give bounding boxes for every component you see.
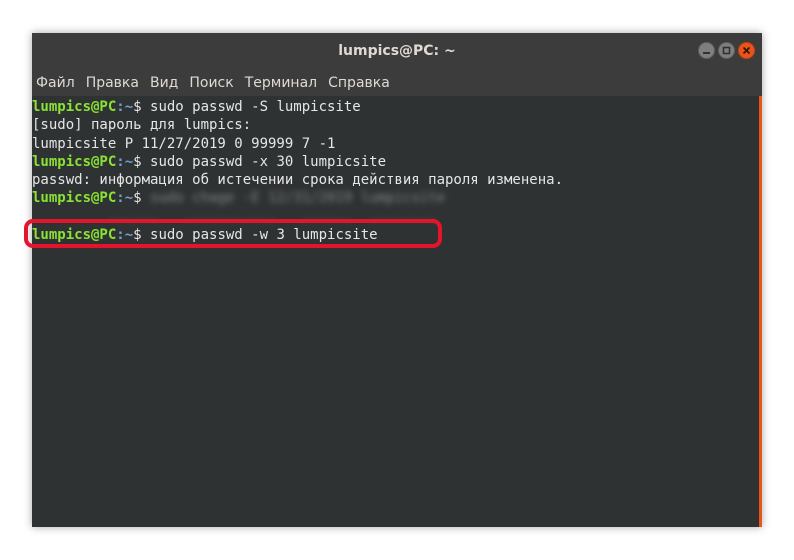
close-button[interactable] <box>738 42 755 59</box>
minimize-icon <box>703 52 710 54</box>
menu-bar: Файл Правка Вид Поиск Терминал Справка <box>32 70 762 96</box>
terminal-window: lumpics@PC: ~ Файл Правка Вид Поиск Терм… <box>32 33 762 527</box>
window-controls <box>698 42 755 59</box>
menu-edit[interactable]: Правка <box>86 75 139 91</box>
maximize-button[interactable] <box>718 42 735 59</box>
scrollbar-edge[interactable] <box>759 96 762 527</box>
title-bar[interactable]: lumpics@PC: ~ <box>32 33 762 70</box>
prompt-user: lumpics@PC <box>32 153 117 170</box>
terminal-line: lumpics@PC:~$ sudo passwd -x 30 lumpicsi… <box>32 153 756 171</box>
terminal-line: lumpicsite P 11/27/2019 0 99999 7 -1 <box>32 135 336 152</box>
prompt-user: lumpics@PC <box>32 99 117 115</box>
command-text: $ sudo passwd -S lumpicsite <box>133 99 361 115</box>
prompt-path: :~ <box>116 190 134 207</box>
blurred-command: sudo chage -E 12/31/2019 lumpicsite <box>150 190 446 207</box>
menu-help[interactable]: Справка <box>328 75 390 91</box>
maximize-icon <box>722 46 731 55</box>
prompt-path: :~ <box>116 99 134 115</box>
terminal-line: passwd: информация об истечении срока де… <box>32 172 564 189</box>
terminal-line: [sudo] пароль для lumpics: <box>32 117 252 134</box>
menu-view[interactable]: Вид <box>150 75 178 91</box>
command-text: $ <box>133 190 142 207</box>
prompt-user: lumpics@PC <box>32 190 117 207</box>
close-icon <box>742 46 751 55</box>
command-text: $ sudo passwd -x 30 lumpicsite <box>133 153 387 170</box>
highlight-frame <box>24 219 442 248</box>
menu-file[interactable]: Файл <box>36 75 75 91</box>
menu-terminal[interactable]: Терминал <box>245 75 317 91</box>
prompt-path: :~ <box>116 153 134 170</box>
terminal-output[interactable]: lumpics@PC:~$ sudo passwd -S lumpicsite … <box>32 96 756 527</box>
window-title: lumpics@PC: ~ <box>338 43 456 59</box>
terminal-line: lumpics@PC:~$ sudo passwd -S lumpicsite <box>32 98 756 116</box>
menu-search[interactable]: Поиск <box>189 75 233 91</box>
terminal-line: lumpics@PC:~$ sudo chage -E 12/31/2019 l… <box>32 189 756 207</box>
minimize-button[interactable] <box>698 42 715 59</box>
